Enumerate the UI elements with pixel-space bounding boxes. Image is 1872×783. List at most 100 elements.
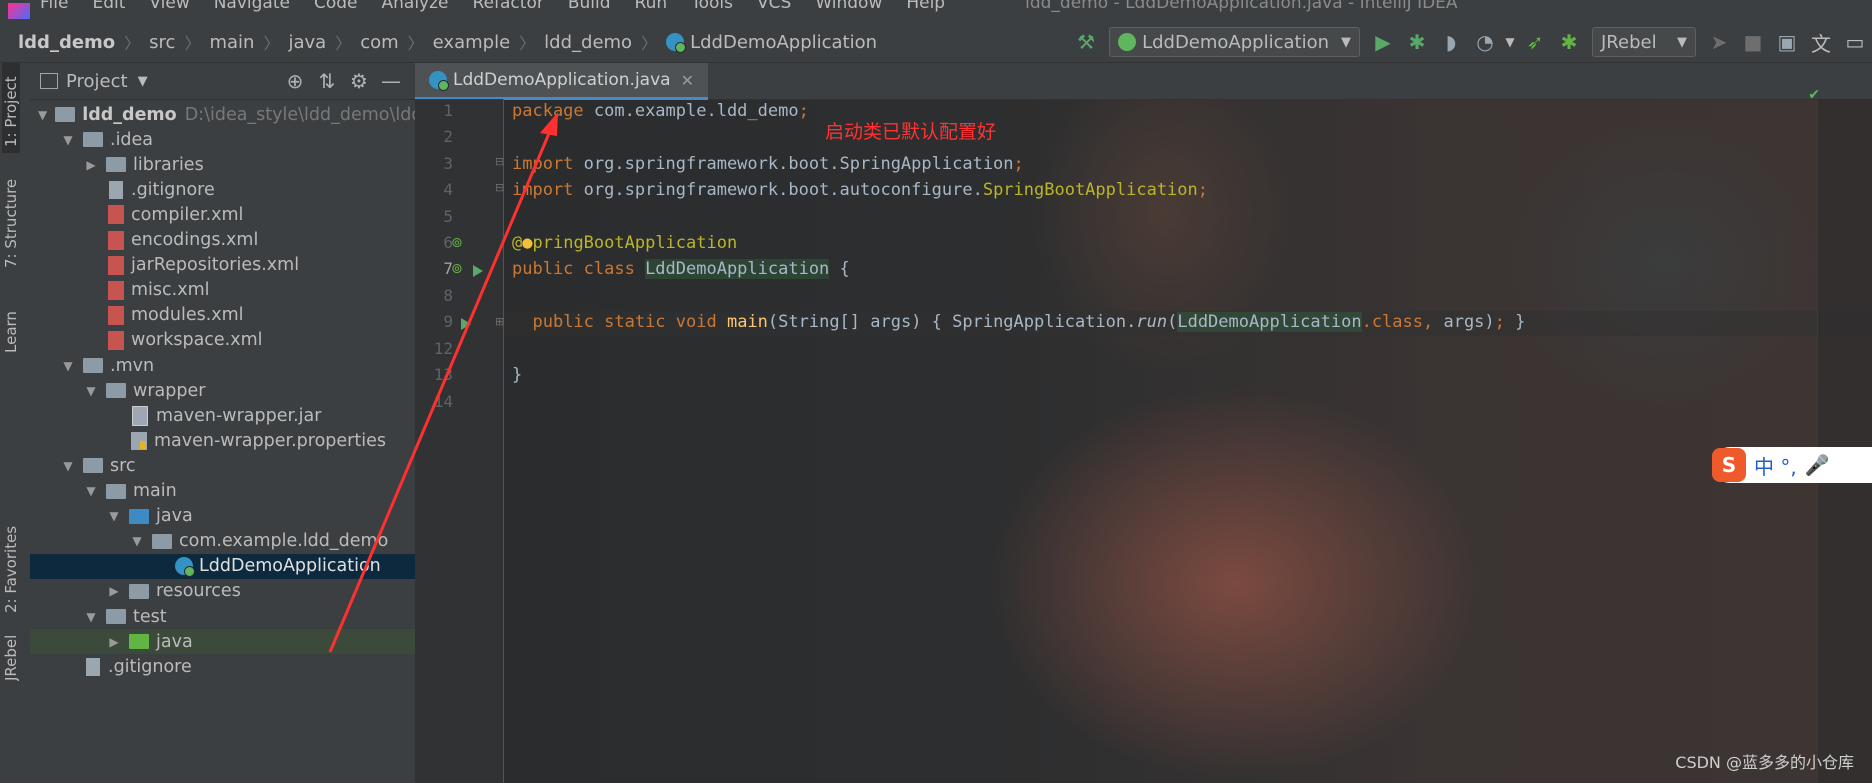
project-structure-icon[interactable]: ▣ <box>1770 27 1804 57</box>
chevron-down-icon[interactable]: ▼ <box>138 74 148 89</box>
profile-icon[interactable]: ◔ <box>1468 27 1502 57</box>
tree-item[interactable]: jarRepositories.xml <box>30 253 415 278</box>
menu-navigate[interactable]: Navigate <box>214 0 290 13</box>
stop-icon[interactable]: ■ <box>1736 27 1770 57</box>
coverage-icon[interactable]: ◗ <box>1434 27 1468 57</box>
minimize-icon[interactable]: — <box>375 69 407 93</box>
menu-analyze[interactable]: Analyze <box>382 0 449 13</box>
spring-bean-icon[interactable]: ⊚ <box>451 235 463 251</box>
chevron-down-icon[interactable]: ▼ <box>84 484 98 498</box>
code-line-4[interactable]: import org.springframework.boot.autoconf… <box>512 180 1208 200</box>
fold-icon[interactable]: ⊟ <box>495 181 504 194</box>
locate-file-icon[interactable]: ⊕ <box>279 69 311 93</box>
breadcrumb-item[interactable]: LddDemoApplication <box>690 32 877 53</box>
tree-item[interactable]: modules.xml <box>30 303 415 328</box>
chevron-down-icon[interactable]: ▼ <box>84 610 98 624</box>
tree-item[interactable]: misc.xml <box>30 278 415 303</box>
chevron-down-icon[interactable]: ▼ <box>61 459 75 473</box>
microphone-icon[interactable]: 🎤 <box>1805 453 1830 477</box>
tree-item[interactable]: compiler.xml <box>30 202 415 227</box>
menu-build[interactable]: Build <box>568 0 611 13</box>
code-line-3[interactable]: import org.springframework.boot.SpringAp… <box>512 154 1024 174</box>
tool-tab-learn[interactable]: Learn <box>2 293 20 353</box>
chevron-right-icon[interactable]: ▶ <box>107 584 121 598</box>
chevron-down-icon[interactable]: ▼ <box>38 108 47 122</box>
menu-edit[interactable]: Edit <box>92 0 125 13</box>
tree-item[interactable]: ▶ libraries <box>30 152 415 177</box>
tree-item[interactable]: ▼ src <box>30 453 415 478</box>
run-gutter-icon[interactable] <box>461 318 471 330</box>
tree-item[interactable]: ▼ main <box>30 479 415 504</box>
menu-refactor[interactable]: Refactor <box>473 0 544 13</box>
tree-item[interactable]: encodings.xml <box>30 228 415 253</box>
tree-item[interactable]: ▼ wrapper <box>30 378 415 403</box>
jrebel-run-icon[interactable]: ➶ <box>1518 27 1552 57</box>
code-line-6[interactable]: @●pringBootApplication <box>512 233 737 253</box>
breadcrumb-item[interactable]: example <box>433 32 510 53</box>
project-view-selector[interactable]: Project <box>66 71 128 92</box>
chevron-down-icon[interactable]: ▼ <box>107 509 121 523</box>
tree-item[interactable]: ▼ ldd_demo D:\idea_style\ldd_demo\ldd_dem <box>30 102 470 127</box>
chevron-down-icon[interactable]: ▼ <box>130 534 144 548</box>
tree-item[interactable]: .gitignore <box>30 654 415 679</box>
run-gutter-icon[interactable] <box>473 265 483 277</box>
tree-item[interactable]: ▼ java <box>30 504 415 529</box>
chevron-right-icon[interactable]: ▶ <box>107 635 121 649</box>
tree-item[interactable]: ▼ test <box>30 604 415 629</box>
chevron-right-icon[interactable]: ▶ <box>84 158 98 172</box>
code-line-13[interactable]: } <box>512 365 522 385</box>
menu-code[interactable]: Code <box>314 0 358 13</box>
debug-icon[interactable]: ✱ <box>1400 27 1434 57</box>
translate-icon[interactable]: 文 <box>1804 27 1838 57</box>
chevron-down-icon[interactable]: ▼ <box>1502 27 1518 57</box>
code-line-1[interactable]: package com.example.ldd_demo; <box>512 101 809 121</box>
spring-bean-icon[interactable]: ⊚ <box>451 261 463 277</box>
tool-tab-favorites[interactable]: 2: Favorites <box>2 513 20 613</box>
chevron-down-icon[interactable]: ▼ <box>61 133 75 147</box>
tree-item[interactable]: maven-wrapper.jar <box>30 403 415 428</box>
tree-item[interactable]: ▼ com.example.ldd_demo <box>30 529 415 554</box>
tree-item[interactable]: ▼ .idea <box>30 127 415 152</box>
collapse-all-icon[interactable]: ⇅ <box>311 69 343 93</box>
tool-tab-jrebel[interactable]: JRebel <box>2 631 20 681</box>
breadcrumb-item[interactable]: ldd_demo <box>18 32 115 53</box>
lightbulb-icon[interactable]: ● <box>522 233 532 253</box>
breadcrumb-item[interactable]: main <box>209 32 254 53</box>
run-configuration-select[interactable]: LddDemoApplication ▼ <box>1109 27 1360 57</box>
tree-item[interactable]: ▶ java <box>30 629 415 655</box>
menu-vcs[interactable]: VCS <box>757 0 791 13</box>
tree-item[interactable]: ▼ .mvn <box>30 353 415 378</box>
menu-run[interactable]: Run <box>635 0 668 13</box>
menu-tools[interactable]: Tools <box>691 0 733 13</box>
close-icon[interactable]: ✕ <box>681 71 694 90</box>
jrebel-select[interactable]: JRebel ▼ <box>1592 27 1696 57</box>
menu-help[interactable]: Help <box>906 0 945 13</box>
chevron-down-icon[interactable]: ▼ <box>84 384 98 398</box>
tool-tab-project[interactable]: 1: Project <box>2 63 20 153</box>
editor-tab-lddDemoApplication[interactable]: LddDemoApplication.java ✕ <box>415 63 708 100</box>
tree-item[interactable]: workspace.xml <box>30 328 415 353</box>
tool-tab-structure[interactable]: 7: Structure <box>2 173 20 268</box>
menu-file[interactable]: File <box>40 0 68 13</box>
build-hammer-icon[interactable]: ⚒ <box>1069 27 1103 57</box>
gear-icon[interactable]: ⚙ <box>343 69 375 93</box>
tree-item[interactable]: .gitignore <box>30 177 415 202</box>
run-icon[interactable]: ▶ <box>1366 27 1400 57</box>
breadcrumb-item[interactable]: com <box>360 32 398 53</box>
tree-item[interactable]: ▶ resources <box>30 579 415 604</box>
menu-view[interactable]: View <box>149 0 189 13</box>
tree-item[interactable]: LddDemoApplication <box>30 553 415 579</box>
code-line-9[interactable]: public static void main(String[] args) {… <box>512 312 1525 332</box>
editor-minimap[interactable] <box>1817 99 1872 783</box>
breadcrumb-item[interactable]: ldd_demo <box>544 32 632 53</box>
fold-icon[interactable]: ⊟ <box>495 155 504 168</box>
chevron-down-icon[interactable]: ▼ <box>61 359 75 373</box>
menu-window[interactable]: Window <box>815 0 882 13</box>
ime-toolbar[interactable]: S 中 °, 🎤 <box>1712 447 1872 483</box>
ime-mode-label[interactable]: 中 °, <box>1754 451 1797 480</box>
tree-item[interactable]: maven-wrapper.properties <box>30 428 415 453</box>
terminal-icon[interactable]: ▭ <box>1838 27 1872 57</box>
code-line-7[interactable]: public class LddDemoApplication { <box>512 259 850 279</box>
fold-icon[interactable]: ⊞ <box>495 315 504 328</box>
jrebel-debug-icon[interactable]: ✱ <box>1552 27 1586 57</box>
